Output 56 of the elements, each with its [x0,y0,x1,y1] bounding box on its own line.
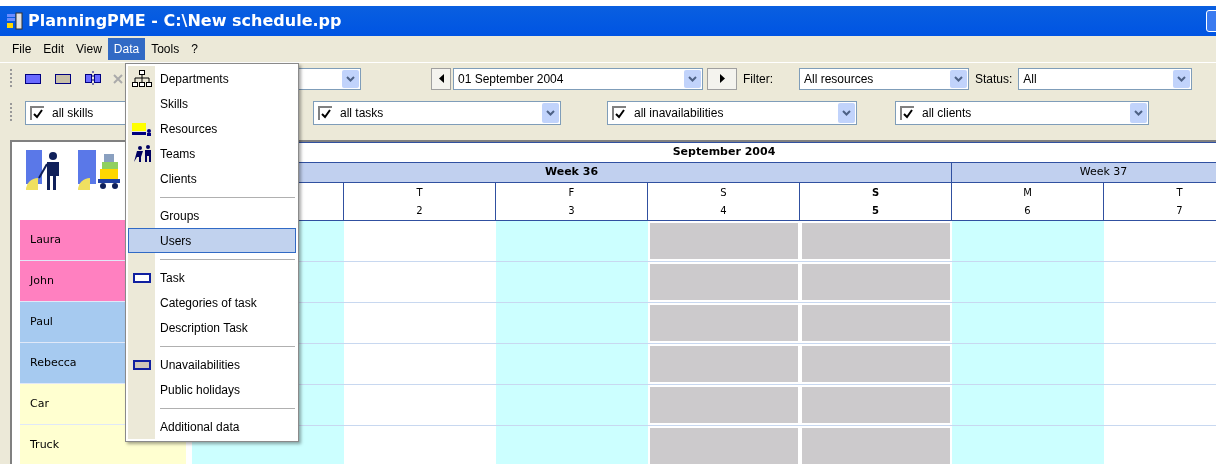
window-title: PlanningPME - C:\New schedule.pp [28,10,342,32]
day-number: 7 [1176,204,1183,219]
menu-item[interactable]: Skills [155,91,298,116]
toolbar-grip-icon [10,67,13,90]
filter-label: all clients [922,105,973,122]
menu-item[interactable]: Resources [155,116,298,141]
menu-bar-item[interactable]: File [6,38,38,60]
menu-bar-item[interactable]: Data [107,38,146,60]
next-button[interactable] [707,67,737,90]
filter-dropdown[interactable]: all clients [895,101,1149,125]
day-number: 5 [872,204,879,219]
hatched-rectangle-icon [132,359,151,370]
truck-calendar-icon [78,150,120,190]
menu-bar-item[interactable]: Edit [37,38,71,60]
day-letter: S [720,185,727,200]
filter-label: all skills [52,105,95,122]
day-number: 6 [1024,204,1031,219]
day-number: 4 [720,204,727,219]
day-letter: S [871,185,880,200]
checkbox[interactable] [900,106,914,120]
filter-label: all tasks [340,105,385,122]
status-label: Status: [975,70,1013,88]
app-icon [6,12,24,30]
menu-item[interactable]: Users [128,228,296,253]
hatched-tile-icon[interactable] [55,73,71,84]
resources-icon [131,120,152,137]
previous-button[interactable] [431,67,451,90]
split-tile-icon[interactable] [83,70,103,87]
day-letter: T [1176,185,1183,200]
menu-bar-item[interactable]: ? [185,38,204,60]
menu-bar-item[interactable]: Tools [145,38,186,60]
checkbox[interactable] [318,106,332,120]
rectangle-icon [132,272,151,283]
day-letter: M [1023,185,1032,200]
checkbox[interactable] [612,106,626,120]
checkbox[interactable] [30,106,44,120]
filter-label: all inavailabilities [634,105,725,122]
date-dropdown[interactable]: 01 September 2004 [453,67,703,90]
status-dropdown[interactable]: All [1018,67,1193,90]
filter-dropdown[interactable]: all tasks [313,101,561,125]
week-header: Week 37 [952,163,1216,182]
day-number: 3 [568,204,575,219]
right-triangle-icon [719,74,725,83]
filter-dropdown[interactable]: all inavailabilities [607,101,857,125]
menu-bar-item[interactable]: View [70,38,108,60]
day-letter: T [416,185,423,200]
toolbar-grip-icon [10,102,13,124]
menu-item[interactable]: Departments [155,66,298,91]
filter-label: Filter: [743,70,773,88]
people-icon [131,144,152,163]
left-triangle-icon [438,74,444,83]
org-chart-icon [131,69,152,88]
filled-tile-icon[interactable] [25,73,41,84]
filter-dropdown[interactable]: All resources [799,67,969,90]
day-number: 2 [416,204,423,219]
day-letter: F [568,185,575,200]
